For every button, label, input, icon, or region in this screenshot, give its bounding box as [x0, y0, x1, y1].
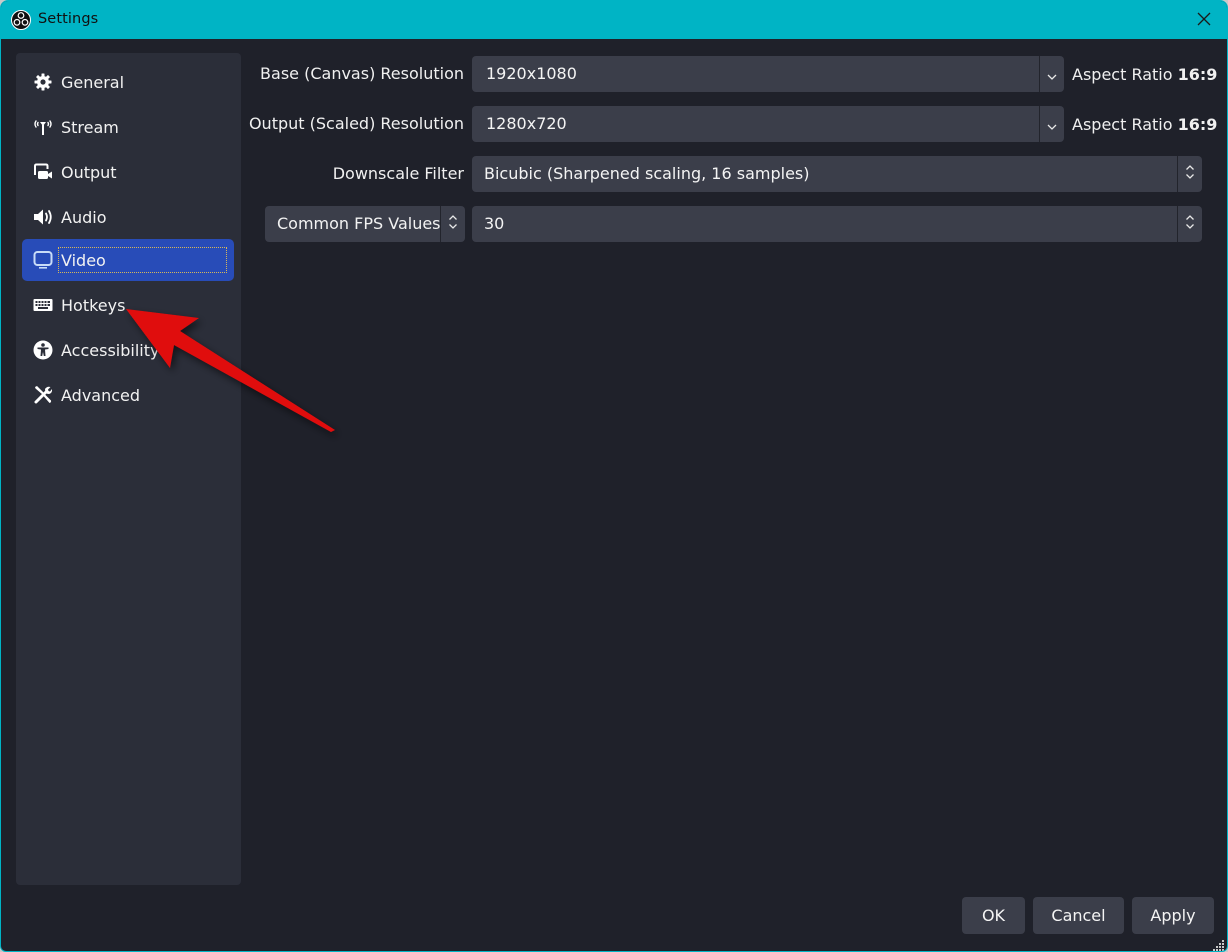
sidebar-item-label: Advanced: [61, 385, 141, 405]
output-resolution-combobox[interactable]: 1280x720: [472, 106, 1064, 142]
output-resolution-dropdown-button[interactable]: [1039, 106, 1064, 142]
downscale-filter-label: Downscale Filter: [332, 164, 464, 183]
cancel-button[interactable]: Cancel: [1033, 897, 1124, 934]
sidebar-item-label: Audio: [61, 207, 107, 227]
base-resolution-row: Base (Canvas) Resolution 1920x1080 Aspec…: [256, 56, 1217, 92]
tools-icon: [32, 384, 54, 406]
monitor-icon: [32, 249, 54, 271]
accessibility-icon: [32, 339, 54, 361]
sidebar-item-label: Hotkeys: [61, 295, 126, 315]
sidebar-item-label: Video: [61, 250, 106, 270]
chevron-up-down-icon: [1185, 164, 1195, 184]
gear-icon: [32, 71, 54, 93]
aspect-ratio-value: 16:9: [1177, 115, 1218, 134]
sidebar-item-label: Stream: [61, 117, 119, 137]
apply-button[interactable]: Apply: [1132, 897, 1214, 934]
antenna-icon: [32, 116, 54, 138]
output-aspect-ratio: Aspect Ratio 16:9: [1072, 115, 1217, 134]
fps-type-select[interactable]: Common FPS Values: [265, 206, 465, 242]
base-resolution-value[interactable]: 1920x1080: [486, 64, 577, 83]
chevron-up-down-icon: [1185, 214, 1195, 234]
fps-row: Common FPS Values 30: [256, 206, 1216, 242]
chevron-down-icon: [1047, 115, 1057, 134]
close-button[interactable]: [1181, 1, 1227, 39]
aspect-ratio-label: Aspect Ratio: [1072, 115, 1173, 134]
downscale-filter-value: Bicubic (Sharpened scaling, 16 samples): [484, 164, 810, 183]
sidebar-item-label: Accessibility: [61, 340, 160, 360]
output-camera-icon: [32, 161, 54, 183]
fps-type-value: Common FPS Values: [277, 214, 441, 233]
output-resolution-value[interactable]: 1280x720: [486, 114, 567, 133]
settings-window: Settings General Stream Output Audio Vid…: [0, 0, 1228, 952]
base-resolution-dropdown-button[interactable]: [1039, 56, 1064, 92]
sidebar-item-label: Output: [61, 162, 117, 182]
downscale-filter-select[interactable]: Bicubic (Sharpened scaling, 16 samples): [472, 156, 1202, 192]
close-icon: [1197, 11, 1211, 30]
sidebar-item-audio[interactable]: Audio: [22, 196, 234, 238]
keyboard-icon: [32, 294, 54, 316]
sidebar-item-accessibility[interactable]: Accessibility: [22, 329, 234, 371]
aspect-ratio-label: Aspect Ratio: [1072, 65, 1173, 84]
base-resolution-combobox[interactable]: 1920x1080: [472, 56, 1064, 92]
sidebar-item-output[interactable]: Output: [22, 151, 234, 193]
base-aspect-ratio: Aspect Ratio 16:9: [1072, 65, 1217, 84]
output-resolution-label: Output (Scaled) Resolution: [248, 114, 464, 133]
downscale-filter-spinner[interactable]: [1177, 156, 1202, 192]
sidebar-item-label: General: [61, 72, 125, 92]
sidebar-item-stream[interactable]: Stream: [22, 106, 234, 148]
obs-logo-icon: [11, 10, 31, 30]
resize-grip-icon[interactable]: [1213, 937, 1225, 951]
window-title: Settings: [38, 11, 99, 27]
title-bar[interactable]: Settings: [1, 1, 1227, 39]
base-resolution-label: Base (Canvas) Resolution: [260, 64, 464, 83]
ok-button[interactable]: OK: [962, 897, 1025, 934]
downscale-filter-row: Downscale Filter Bicubic (Sharpened scal…: [256, 156, 1216, 192]
fps-value-select[interactable]: 30: [472, 206, 1202, 242]
chevron-up-down-icon: [448, 214, 458, 234]
sidebar-item-advanced[interactable]: Advanced: [22, 374, 234, 416]
fps-value: 30: [484, 214, 505, 233]
settings-sidebar: General Stream Output Audio Video Hotkey…: [16, 53, 241, 885]
sidebar-item-hotkeys[interactable]: Hotkeys: [22, 284, 234, 326]
sidebar-item-general[interactable]: General: [22, 61, 234, 103]
chevron-down-icon: [1047, 65, 1057, 84]
speaker-icon: [32, 206, 54, 228]
fps-value-spinner[interactable]: [1177, 206, 1202, 242]
output-resolution-row: Output (Scaled) Resolution 1280x720 Aspe…: [249, 106, 1217, 142]
fps-type-spinner[interactable]: [440, 206, 465, 242]
aspect-ratio-value: 16:9: [1177, 65, 1218, 84]
sidebar-item-video[interactable]: Video: [22, 239, 234, 281]
